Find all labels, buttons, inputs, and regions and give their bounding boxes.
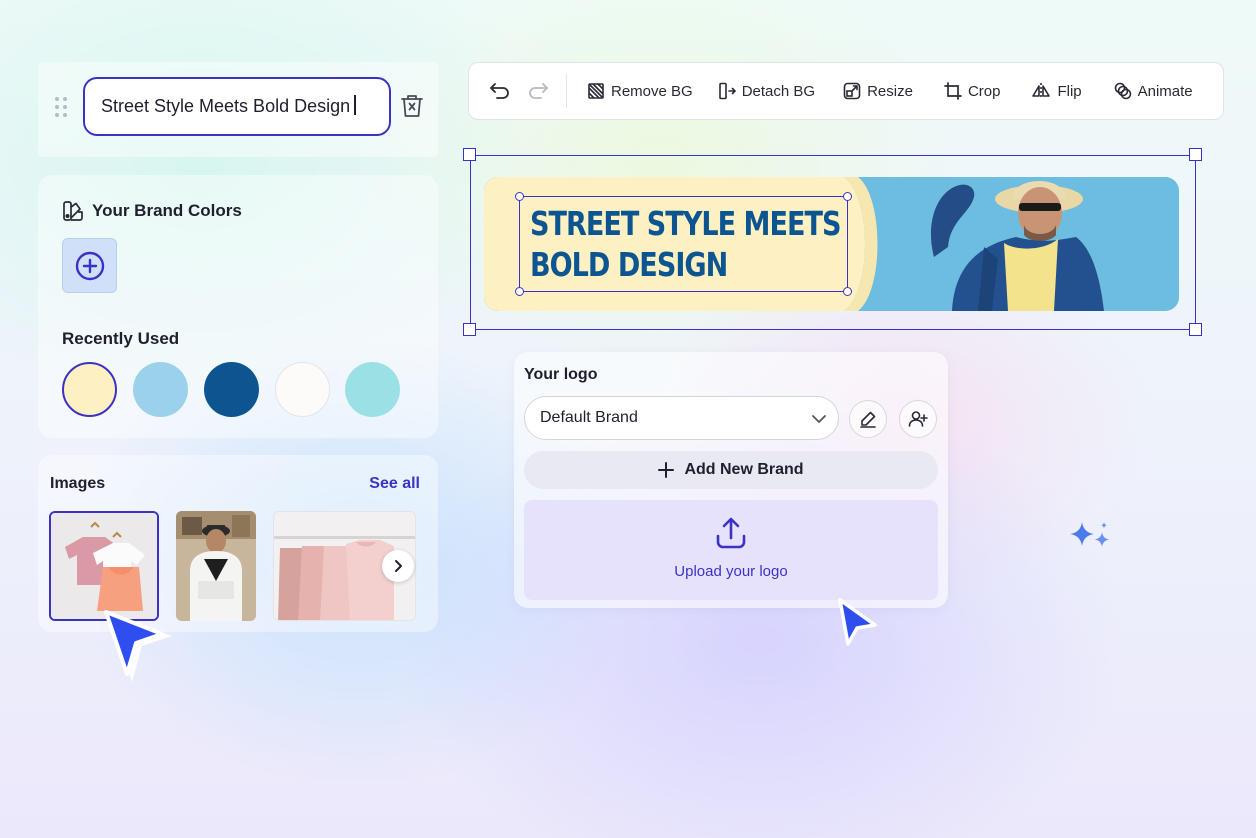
- detach-bg-button[interactable]: Detach BG: [718, 82, 815, 100]
- color-swatch-cream[interactable]: [62, 362, 117, 417]
- banner-headline[interactable]: STREET STYLE MEETS BOLD DESIGN: [530, 203, 841, 285]
- brand-select-dropdown[interactable]: Default Brand: [524, 396, 839, 440]
- detach-bg-label: Detach BG: [741, 82, 816, 100]
- drag-handle-icon[interactable]: [53, 96, 69, 118]
- animate-label: Animate: [1137, 82, 1193, 100]
- plus-icon: [658, 462, 675, 478]
- redo-icon[interactable]: [524, 77, 552, 105]
- delete-icon[interactable]: [400, 93, 426, 121]
- resize-button[interactable]: Resize: [843, 82, 913, 100]
- crop-icon: [944, 82, 962, 100]
- resize-handle-bottom-left[interactable]: [463, 323, 476, 336]
- recently-used-label: Recently Used: [62, 329, 180, 348]
- brand-select-value: Default Brand: [540, 409, 638, 426]
- text-caret: [354, 95, 356, 115]
- detach-bg-icon: [718, 82, 736, 100]
- banner-headline-line-1: STREET STYLE MEETS: [530, 204, 841, 243]
- brand-colors-title: Your Brand Colors: [92, 201, 242, 220]
- color-swatch-white[interactable]: [275, 362, 330, 417]
- editor-toolbar: Remove BG Detach BG Resize Crop Flip Ani…: [468, 62, 1224, 120]
- remove-bg-icon: [587, 82, 605, 100]
- pointer-cursor-icon: [98, 604, 178, 688]
- text-handle-bottom-right[interactable]: [843, 287, 852, 296]
- see-all-link[interactable]: See all: [369, 475, 420, 493]
- add-user-button[interactable]: [899, 400, 937, 438]
- color-swatch-light-blue[interactable]: [133, 362, 188, 417]
- resize-handle-top-left[interactable]: [463, 148, 476, 161]
- image-thumbnail-man-in-white-jacket[interactable]: [176, 511, 256, 621]
- brand-colors-heading: Your Brand Colors: [62, 200, 242, 222]
- flip-label: Flip: [1057, 82, 1082, 100]
- text-handle-bottom-left[interactable]: [515, 287, 524, 296]
- title-input-text: Street Style Meets Bold Design: [101, 96, 351, 116]
- add-user-icon: [908, 410, 928, 428]
- pointer-cursor-icon: [834, 594, 886, 650]
- text-handle-top-right[interactable]: [843, 192, 852, 201]
- animate-icon: [1114, 82, 1132, 100]
- chevron-right-icon: [391, 559, 405, 573]
- sparkle-icon: [1068, 520, 1114, 556]
- title-panel: Street Style Meets Bold Design: [38, 62, 438, 157]
- upload-logo-dropzone[interactable]: Upload your logo: [524, 500, 938, 600]
- crop-label: Crop: [967, 82, 1001, 100]
- plus-circle-icon: [75, 251, 105, 281]
- images-heading: Images: [50, 475, 106, 492]
- edit-brand-button[interactable]: [849, 400, 887, 438]
- remove-bg-button[interactable]: Remove BG: [587, 82, 693, 100]
- palette-icon: [62, 200, 84, 222]
- undo-icon[interactable]: [486, 77, 514, 105]
- text-handle-top-left[interactable]: [515, 192, 524, 201]
- flip-icon: [1031, 82, 1051, 100]
- crop-button[interactable]: Crop: [944, 82, 1001, 100]
- chevron-down-icon: [810, 410, 828, 428]
- add-new-brand-label: Add New Brand: [684, 461, 804, 478]
- logo-heading: Your logo: [524, 366, 598, 383]
- resize-handle-top-right[interactable]: [1189, 148, 1202, 161]
- pencil-icon: [859, 410, 877, 428]
- logo-panel: Your logo Default Brand Add New Brand Up…: [514, 352, 948, 608]
- flip-button[interactable]: Flip: [1031, 82, 1082, 100]
- add-new-brand-button[interactable]: Add New Brand: [524, 451, 938, 489]
- upload-logo-label: Upload your logo: [674, 563, 788, 580]
- upload-icon: [714, 516, 748, 550]
- title-input[interactable]: Street Style Meets Bold Design: [83, 77, 391, 136]
- resize-label: Resize: [867, 82, 913, 100]
- animate-button[interactable]: Animate: [1114, 82, 1193, 100]
- banner-headline-line-2: BOLD DESIGN: [530, 245, 728, 284]
- remove-bg-label: Remove BG: [611, 82, 693, 100]
- resize-icon: [843, 82, 861, 100]
- brand-colors-panel: Your Brand Colors Recently Used: [38, 175, 438, 438]
- color-swatch-navy[interactable]: [204, 362, 259, 417]
- resize-handle-bottom-right[interactable]: [1189, 323, 1202, 336]
- next-images-button[interactable]: [382, 550, 414, 582]
- toolbar-divider: [566, 74, 567, 108]
- color-swatch-aqua[interactable]: [345, 362, 400, 417]
- add-color-button[interactable]: [62, 238, 117, 293]
